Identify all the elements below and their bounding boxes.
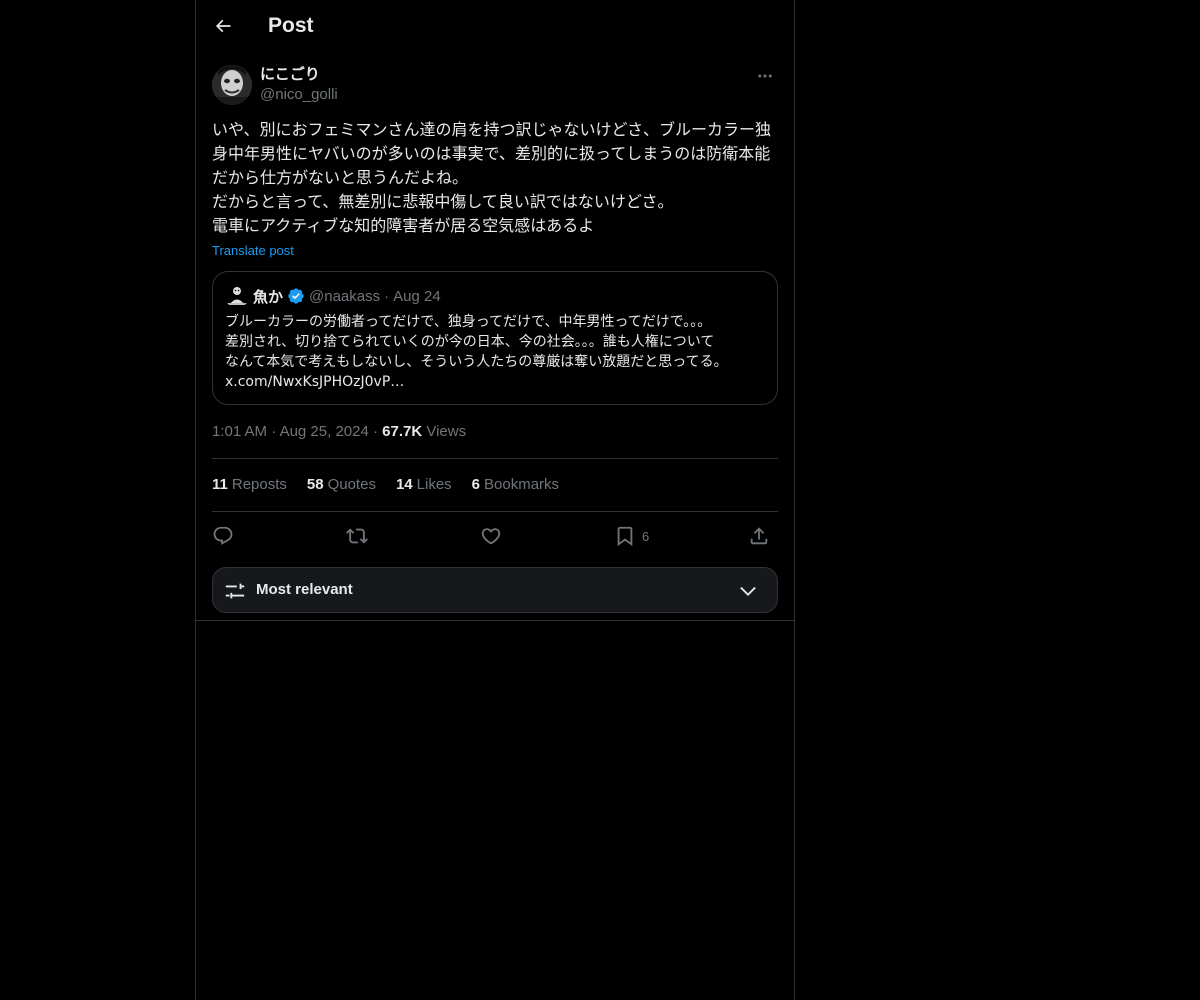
avatar[interactable] — [212, 65, 252, 105]
repost-button[interactable] — [346, 522, 368, 550]
likes-stat[interactable]: 14 Likes — [396, 474, 452, 496]
more-options-button[interactable] — [752, 63, 778, 89]
quoted-avatar — [225, 284, 249, 308]
reposts-label: Reposts — [231, 476, 287, 493]
separator-dot: · — [372, 423, 383, 440]
post-actions: 6 — [212, 520, 778, 552]
repost-icon — [346, 528, 368, 544]
reply-sort-dropdown[interactable]: Most relevant — [212, 567, 778, 613]
author-name[interactable]: にこごり — [260, 64, 320, 84]
share-icon — [750, 527, 768, 545]
quoted-author-handle: @naakass — [309, 287, 381, 305]
back-button[interactable] — [208, 11, 238, 41]
separator-dot: · — [384, 287, 390, 305]
sliders-icon — [225, 583, 245, 599]
likes-label: Likes — [416, 476, 452, 493]
avatar-image-icon — [212, 65, 252, 105]
post-stats: 11 Reposts 58 Quotes 14 Likes 6 Bookmarks — [212, 474, 559, 496]
bookmark-button[interactable]: 6 — [614, 522, 649, 550]
arrow-left-icon — [215, 19, 231, 33]
main-column: Post にこごり @nico_golli いや、別におフェミマンさん達の肩を持… — [195, 0, 795, 1000]
separator-dot: · — [271, 423, 280, 440]
chevron-down-icon — [740, 586, 756, 596]
post-text: いや、別におフェミマンさん達の肩を持つ訳じゃないけどさ、ブルーカラー独身中年男性… — [212, 120, 772, 235]
verified-badge-icon — [287, 287, 305, 305]
reply-icon — [213, 526, 233, 545]
divider — [212, 511, 778, 512]
reply-button[interactable] — [212, 522, 234, 550]
bookmarks-count: 6 — [471, 476, 481, 493]
divider — [196, 620, 794, 621]
quotes-stat[interactable]: 58 Quotes — [307, 474, 376, 496]
quotes-label: Quotes — [327, 476, 376, 493]
reposts-count: 11 — [212, 476, 228, 493]
like-button[interactable] — [480, 522, 502, 550]
sort-label: Most relevant — [256, 581, 353, 598]
more-horizontal-icon — [758, 74, 772, 78]
bookmark-icon — [617, 526, 633, 547]
post-header: Post — [196, 0, 794, 53]
quoted-post-date: Aug 24 — [393, 287, 441, 305]
quoted-post-header: 魚か @naakass · Aug 24 — [225, 284, 441, 308]
views-count: 67.7K — [382, 423, 423, 440]
page-title: Post — [268, 14, 314, 37]
bookmarks-stat[interactable]: 6 Bookmarks — [472, 474, 559, 496]
views-label: Views — [426, 423, 467, 440]
divider — [212, 458, 778, 459]
reposts-stat[interactable]: 11 Reposts — [212, 474, 287, 496]
quoted-post-text: ブルーカラーの労働者ってだけで、独身ってだけで、中年男性ってだけで。。。 差別さ… — [225, 314, 728, 390]
quotes-count: 58 — [306, 476, 324, 493]
author-handle[interactable]: @nico_golli — [260, 85, 338, 105]
bookmarks-label: Bookmarks — [484, 476, 560, 493]
likes-count: 14 — [395, 476, 413, 493]
bookmark-count: 6 — [642, 528, 650, 544]
post-time[interactable]: 1:01 AM — [212, 423, 267, 440]
quoted-author-name: 魚か — [253, 287, 284, 306]
translate-post-link[interactable]: Translate post — [212, 241, 294, 261]
quoted-avatar-image-icon — [225, 284, 249, 308]
quoted-post[interactable]: 魚か @naakass · Aug 24 ブルーカラーの労働者ってだけで、独身っ… — [212, 271, 778, 405]
post-date[interactable]: Aug 25, 2024 — [280, 423, 369, 440]
heart-icon — [481, 528, 501, 545]
post-author: にこごり @nico_golli — [212, 63, 778, 107]
post-meta: 1:01 AM · Aug 25, 2024 · 67.7K Views — [212, 421, 466, 443]
share-button[interactable] — [748, 522, 770, 550]
